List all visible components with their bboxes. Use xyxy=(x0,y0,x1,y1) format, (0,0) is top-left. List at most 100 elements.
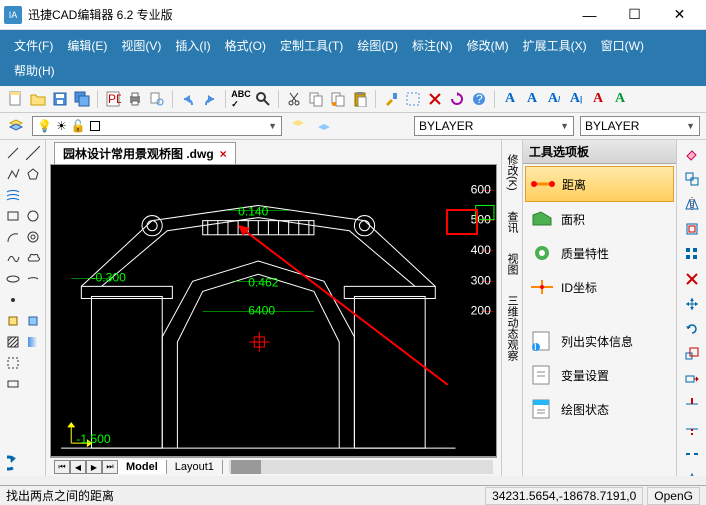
next-sheet-button[interactable]: ▶ xyxy=(86,460,102,474)
ring-icon[interactable] xyxy=(24,228,42,246)
menu-view[interactable]: 视图(V) xyxy=(115,34,167,57)
break-icon[interactable] xyxy=(682,444,702,464)
region-icon[interactable] xyxy=(4,375,22,393)
menu-dimension[interactable]: 标注(N) xyxy=(406,34,459,57)
palette-item-idpoint[interactable]: ID坐标 xyxy=(525,270,674,304)
linetype-combo[interactable]: BYLAYER ▼ xyxy=(414,116,574,136)
menu-insert[interactable]: 插入(I) xyxy=(169,34,216,57)
ellipse-arc-icon[interactable] xyxy=(24,270,42,288)
hatch-icon[interactable] xyxy=(4,333,22,351)
document-tab[interactable]: 园林设计常用景观桥图 .dwg × xyxy=(54,142,236,164)
tab-close-icon[interactable]: × xyxy=(220,147,227,161)
menu-extend-tools[interactable]: 扩展工具(X) xyxy=(517,34,593,57)
save-all-icon[interactable] xyxy=(72,89,92,109)
menu-draw[interactable]: 绘图(D) xyxy=(351,34,404,57)
lineweight-combo[interactable]: BYLAYER ▼ xyxy=(580,116,700,136)
spell-check-icon[interactable]: ABC✓ xyxy=(231,89,251,109)
delete-icon[interactable] xyxy=(682,269,702,289)
move-icon[interactable] xyxy=(682,294,702,314)
arc-icon[interactable] xyxy=(4,228,22,246)
layer-prev-icon[interactable] xyxy=(288,116,308,136)
copy-obj-icon[interactable] xyxy=(682,169,702,189)
layer-manager-icon[interactable] xyxy=(6,116,26,136)
menu-format[interactable]: 格式(O) xyxy=(219,34,272,57)
palette-item-listinfo[interactable]: i 列出实体信息 xyxy=(525,324,674,358)
palette-item-varset[interactable]: 变量设置 xyxy=(525,358,674,392)
stretch-icon[interactable] xyxy=(682,369,702,389)
side-tab-view[interactable]: 视图 xyxy=(502,247,522,281)
open-file-icon[interactable] xyxy=(28,89,48,109)
text-style-a4[interactable]: A| xyxy=(566,89,586,109)
polyline-icon[interactable] xyxy=(4,165,22,183)
model-tab[interactable]: Model xyxy=(118,460,167,474)
layer-tools-icon[interactable] xyxy=(314,116,334,136)
triangle-icon[interactable] xyxy=(682,469,702,476)
erase-icon[interactable] xyxy=(682,144,702,164)
undo-icon[interactable] xyxy=(178,89,198,109)
match-prop-icon[interactable] xyxy=(381,89,401,109)
polygon-icon[interactable] xyxy=(24,165,42,183)
palette-item-distance[interactable]: 距离 xyxy=(525,166,674,202)
boundary-icon[interactable] xyxy=(4,354,22,372)
scrollbar-thumb[interactable] xyxy=(231,460,261,474)
side-tab-3dorbit[interactable]: 三维动态观察 xyxy=(502,289,522,367)
hscrollbar[interactable] xyxy=(229,460,493,474)
help-icon[interactable]: ? xyxy=(469,89,489,109)
text-style-a1[interactable]: A xyxy=(500,89,520,109)
insert-block-icon[interactable] xyxy=(24,312,42,330)
redo-icon[interactable] xyxy=(200,89,220,109)
xline-icon[interactable] xyxy=(24,144,42,162)
pdf-icon[interactable]: PDF xyxy=(103,89,123,109)
blank4[interactable] xyxy=(24,375,42,393)
menu-help[interactable]: 帮助(H) xyxy=(8,59,61,82)
menu-modify[interactable]: 修改(M) xyxy=(461,34,515,57)
copy-icon[interactable] xyxy=(306,89,326,109)
reverse-icon[interactable] xyxy=(5,454,41,472)
maximize-button[interactable]: ☐ xyxy=(612,0,657,29)
ellipse-icon[interactable] xyxy=(4,270,22,288)
menu-window[interactable]: 窗口(W) xyxy=(595,34,650,57)
multiline-icon[interactable] xyxy=(4,186,22,204)
line-icon[interactable] xyxy=(4,144,22,162)
last-sheet-button[interactable]: ⏭ xyxy=(102,460,118,474)
block-icon[interactable] xyxy=(4,312,22,330)
close-button[interactable]: ✕ xyxy=(657,0,702,29)
trim-icon[interactable] xyxy=(682,394,702,414)
find-icon[interactable] xyxy=(253,89,273,109)
menu-custom-tools[interactable]: 定制工具(T) xyxy=(274,34,349,57)
array-icon[interactable] xyxy=(682,244,702,264)
cut-icon[interactable] xyxy=(284,89,304,109)
menu-file[interactable]: 文件(F) xyxy=(8,34,59,57)
prev-sheet-button[interactable]: ◀ xyxy=(70,460,86,474)
paste-icon[interactable] xyxy=(350,89,370,109)
cancel-icon[interactable] xyxy=(425,89,445,109)
text-style-a3[interactable]: A/ xyxy=(544,89,564,109)
print-icon[interactable] xyxy=(125,89,145,109)
menu-edit[interactable]: 编辑(E) xyxy=(61,34,113,57)
mirror-icon[interactable] xyxy=(682,194,702,214)
palette-item-mass[interactable]: 质量特性 xyxy=(525,236,674,270)
layer-combo[interactable]: 💡 ☀ 🔓 ▼ xyxy=(32,116,282,136)
select-all-icon[interactable] xyxy=(403,89,423,109)
palette-item-drawstate[interactable]: 绘图状态 xyxy=(525,392,674,426)
rotate-icon[interactable] xyxy=(682,319,702,339)
side-tab-inquiry[interactable]: 查讯 xyxy=(502,205,522,239)
blank2[interactable] xyxy=(24,291,42,309)
extend-icon[interactable] xyxy=(682,419,702,439)
palette-item-area[interactable]: 面积 xyxy=(525,202,674,236)
new-file-icon[interactable] xyxy=(6,89,26,109)
print-preview-icon[interactable] xyxy=(147,89,167,109)
point-icon[interactable] xyxy=(4,291,22,309)
side-tab-modify[interactable]: 修改(K) xyxy=(502,148,522,197)
copy-base-icon[interactable] xyxy=(328,89,348,109)
save-icon[interactable] xyxy=(50,89,70,109)
blank1[interactable] xyxy=(24,186,42,204)
minimize-button[interactable]: — xyxy=(567,0,612,29)
text-style-green[interactable]: A xyxy=(610,89,630,109)
rectangle-icon[interactable] xyxy=(4,207,22,225)
offset-icon[interactable] xyxy=(682,219,702,239)
spline-icon[interactable] xyxy=(4,249,22,267)
refresh-icon[interactable] xyxy=(447,89,467,109)
text-style-red[interactable]: A xyxy=(588,89,608,109)
gradient-icon[interactable] xyxy=(24,333,42,351)
